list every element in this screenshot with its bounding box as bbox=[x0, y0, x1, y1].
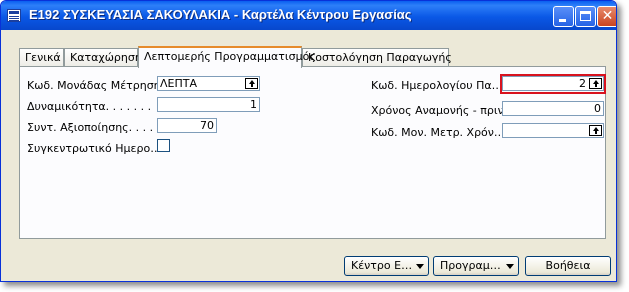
window-title: E192 ΣΥΣΚΕΥΑΣΙΑ ΣΑΚΟΥΛΑΚΙΑ - Καρτέλα Κέν… bbox=[29, 7, 412, 22]
work-center-button-label: Κέντρο Ε… bbox=[351, 259, 413, 272]
queue-time-label: Χρόνος Αναμονής - πριν bbox=[371, 104, 504, 117]
tab-general[interactable]: Γενικά bbox=[19, 48, 64, 67]
minimize-icon bbox=[559, 19, 566, 22]
field-highlight-box bbox=[500, 74, 606, 94]
minimize-button[interactable] bbox=[553, 6, 574, 27]
efficiency-field[interactable]: 70 bbox=[157, 118, 217, 133]
close-icon: ✕ bbox=[601, 8, 614, 24]
tab-production-costing[interactable]: Κοστολόγηση Παραγωγής bbox=[302, 48, 452, 67]
consolidated-calendar-checkbox[interactable] bbox=[157, 139, 170, 152]
tab-posting[interactable]: Καταχώρηση bbox=[64, 48, 142, 67]
lookup-arrow-icon[interactable] bbox=[589, 125, 602, 136]
tab-detailed-scheduling[interactable]: Λεπτομερής Προγραμματισμός bbox=[138, 46, 316, 68]
help-button[interactable]: Βοήθεια bbox=[525, 256, 611, 276]
work-center-menu-button[interactable]: Κέντρο Ε… bbox=[344, 256, 429, 276]
title-bar[interactable]: E192 ΣΥΣΚΕΥΑΣΙΑ ΣΑΚΟΥΛΑΚΙΑ - Καρτέλα Κέν… bbox=[1, 1, 616, 30]
unit-of-measure-label: Κωδ. Μονάδας Μέτρησης bbox=[27, 79, 168, 92]
efficiency-label: Συντ. Αξιοποίησης. . . . bbox=[27, 121, 154, 134]
queue-time-field[interactable]: 0 bbox=[502, 101, 604, 116]
form-icon bbox=[7, 9, 21, 22]
maximize-icon bbox=[580, 11, 591, 21]
close-button[interactable]: ✕ bbox=[597, 6, 616, 27]
capacity-label: Δυναμικότητα. . . . . . . bbox=[27, 100, 152, 113]
chevron-down-icon bbox=[416, 264, 424, 269]
capacity-field[interactable]: 1 bbox=[157, 97, 260, 112]
calendar-code-label: Κωδ. Ημερολογίου Πα… bbox=[371, 79, 503, 92]
maximize-button[interactable] bbox=[575, 6, 596, 27]
consolidated-calendar-label: Συγκεντρωτικό Ημερο… bbox=[27, 142, 162, 155]
planning-button-label: Προγραμ… bbox=[440, 259, 501, 272]
queue-time-uom-label: Κωδ. Μον. Μετρ. Χρόν… bbox=[371, 126, 505, 139]
planning-menu-button[interactable]: Προγραμ… bbox=[433, 256, 519, 276]
chevron-down-icon bbox=[506, 264, 514, 269]
unit-of-measure-field[interactable]: ΛΕΠΤΑ bbox=[157, 76, 260, 91]
lookup-arrow-icon[interactable] bbox=[245, 78, 258, 89]
card-window: E192 ΣΥΣΚΕΥΑΣΙΑ ΣΑΚΟΥΛΑΚΙΑ - Καρτέλα Κέν… bbox=[0, 0, 617, 282]
queue-time-uom-field[interactable] bbox=[502, 123, 604, 138]
unit-of-measure-value: ΛΕΠΤΑ bbox=[160, 77, 197, 90]
